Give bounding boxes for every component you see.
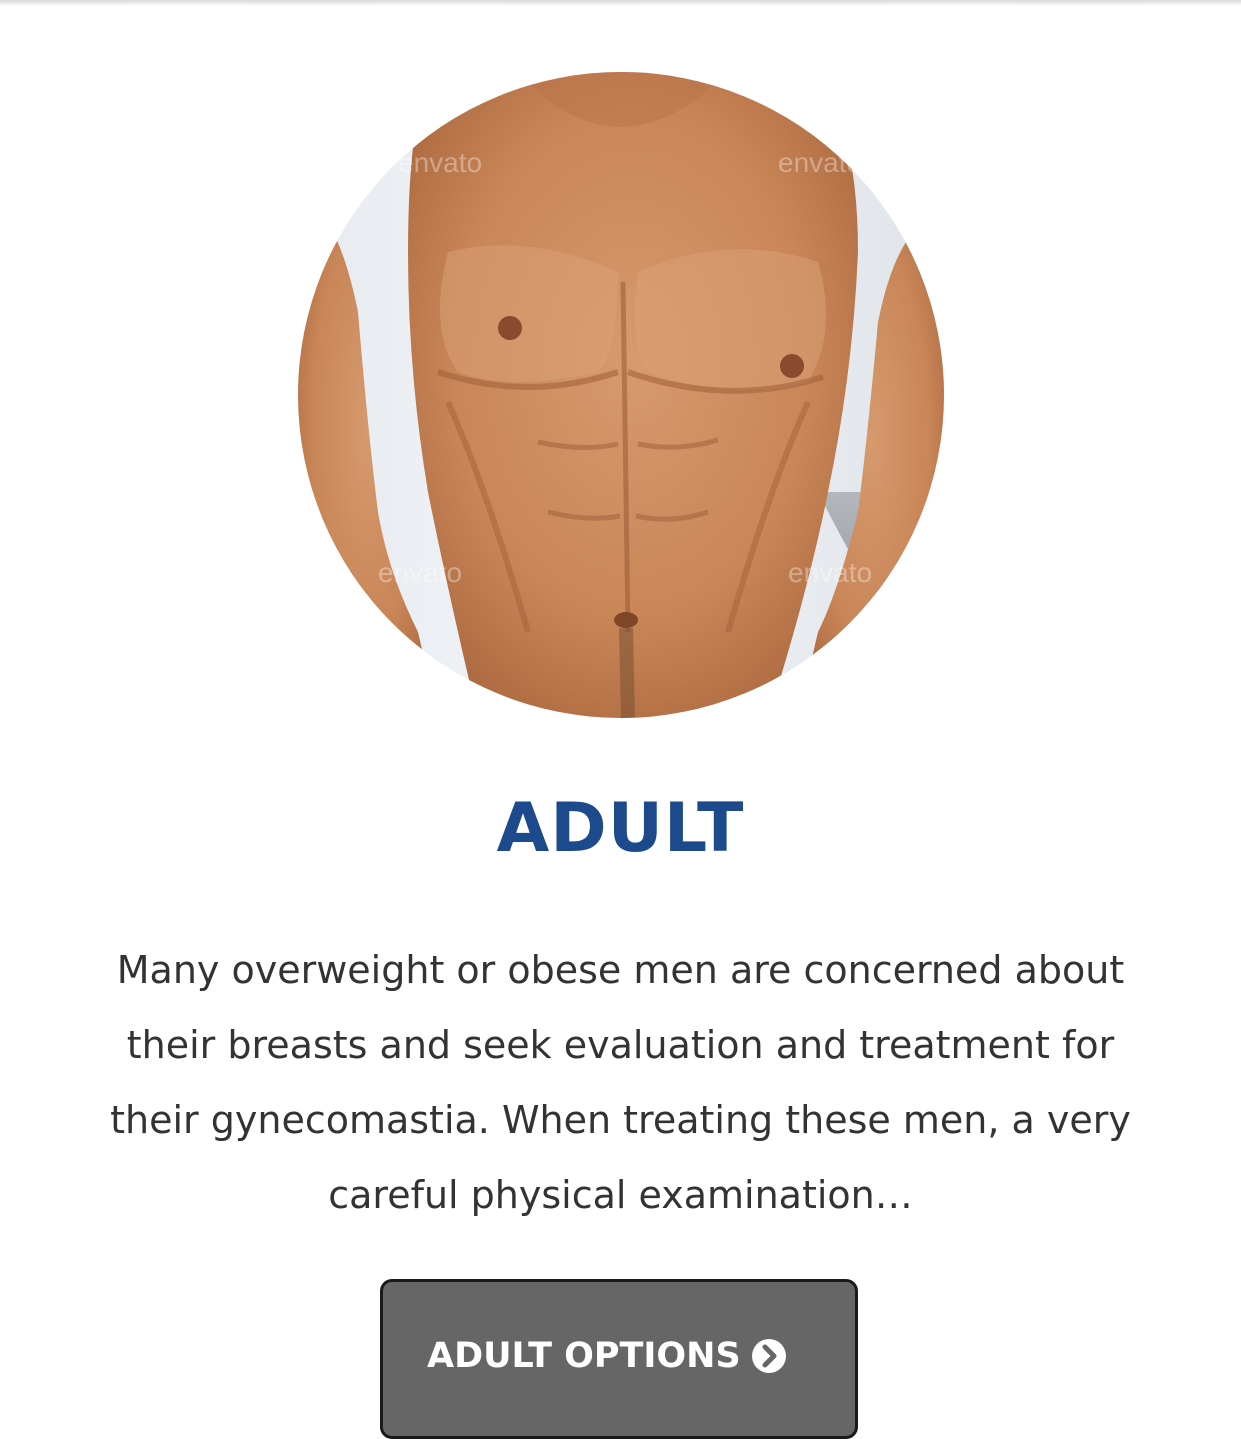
section-description: Many overweight or obese men are concern… — [110, 948, 1131, 1217]
svg-text:envato: envato — [778, 147, 862, 178]
adult-options-label: ADULT OPTIONS — [427, 1336, 741, 1376]
chevron-circle-right-icon — [752, 1339, 786, 1373]
svg-text:envato: envato — [378, 557, 462, 588]
torso-illustration: envato envato envato envato — [298, 72, 944, 718]
section-title: ADULT — [496, 789, 745, 868]
svg-text:envato: envato — [398, 147, 482, 178]
svg-text:envato: envato — [788, 557, 872, 588]
torso-photo: envato envato envato envato — [298, 72, 944, 718]
service-card: envato envato envato envato ADULT Many o… — [0, 0, 1241, 1439]
adult-options-button[interactable]: ADULT OPTIONS — [380, 1279, 858, 1439]
